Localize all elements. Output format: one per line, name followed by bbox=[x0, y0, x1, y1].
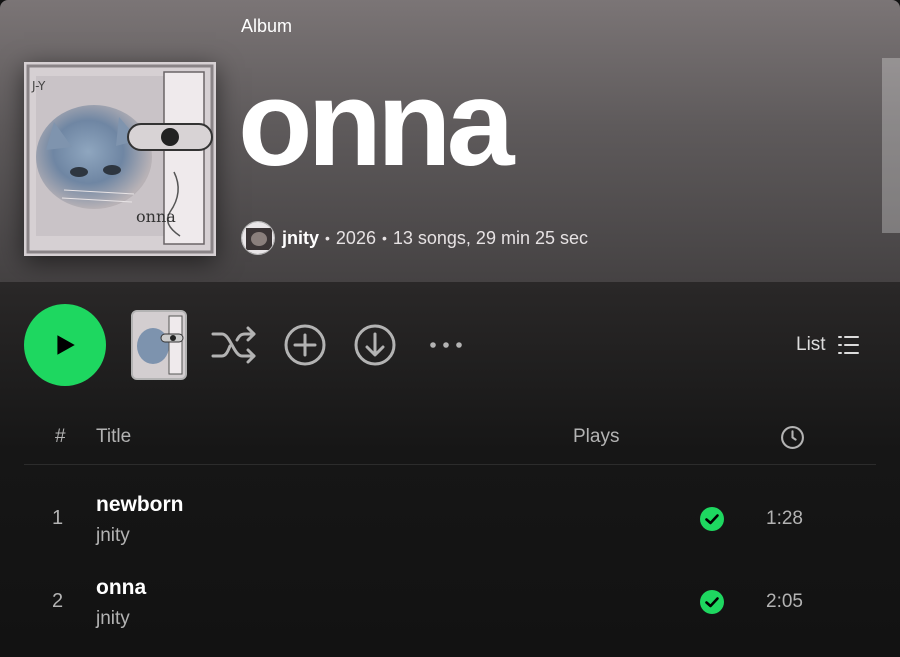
track-number: 2 bbox=[52, 590, 64, 612]
svg-text:J-Y: J-Y bbox=[31, 79, 46, 93]
release-year: 2026 bbox=[335, 227, 376, 248]
column-duration bbox=[780, 425, 805, 456]
view-mode-label: List bbox=[796, 334, 826, 355]
svg-text:onna: onna bbox=[136, 207, 176, 226]
artist-avatar[interactable] bbox=[241, 221, 275, 255]
track-row[interactable]: 1 newborn jnity 1:28 bbox=[0, 477, 900, 559]
cover-art-image: onna J-Y bbox=[24, 62, 216, 256]
track-number: 1 bbox=[52, 507, 64, 529]
album-summary: 13 songs, 29 min 25 sec bbox=[392, 227, 588, 248]
track-artist[interactable]: jnity bbox=[96, 525, 130, 547]
shuffle-icon bbox=[211, 326, 256, 364]
album-cover: onna J-Y bbox=[24, 62, 216, 256]
track-duration: 1:28 bbox=[766, 508, 803, 529]
album-meta: jnity • 2026 • 13 songs, 29 min 25 sec bbox=[241, 221, 588, 255]
download-icon bbox=[354, 324, 396, 366]
more-options-button[interactable] bbox=[424, 332, 468, 358]
meta-separator: • bbox=[381, 230, 387, 246]
track-title[interactable]: newborn bbox=[96, 493, 184, 517]
scrollbar-thumb[interactable] bbox=[882, 58, 900, 233]
column-title: Title bbox=[96, 426, 132, 447]
download-button[interactable] bbox=[352, 322, 398, 368]
track-row[interactable]: 2 onna jnity 2:05 bbox=[0, 560, 900, 642]
column-number: # bbox=[55, 426, 66, 447]
meta-separator: • bbox=[325, 230, 330, 246]
view-mode-toggle[interactable]: List bbox=[796, 333, 860, 357]
list-view-icon bbox=[837, 336, 859, 354]
column-plays: Plays bbox=[573, 426, 620, 447]
album-thumbnail-button[interactable] bbox=[131, 310, 187, 380]
more-icon bbox=[430, 342, 462, 348]
play-icon bbox=[57, 335, 75, 355]
artist-avatar-image bbox=[242, 222, 274, 254]
shuffle-button[interactable] bbox=[209, 322, 259, 368]
check-circle-icon bbox=[700, 507, 724, 531]
album-thumbnail-image bbox=[133, 312, 185, 378]
track-artist[interactable]: jnity bbox=[96, 608, 130, 630]
clock-icon bbox=[781, 426, 804, 449]
add-circle-icon bbox=[284, 324, 326, 366]
add-to-library-button[interactable] bbox=[282, 322, 328, 368]
header-divider bbox=[24, 464, 876, 465]
track-title[interactable]: onna bbox=[96, 576, 146, 600]
play-button[interactable] bbox=[24, 304, 106, 386]
check-circle-icon bbox=[700, 590, 724, 614]
track-duration: 2:05 bbox=[766, 591, 803, 612]
album-type-label: Album bbox=[241, 16, 293, 36]
artist-link[interactable]: jnity bbox=[282, 228, 319, 249]
album-title: onna bbox=[238, 55, 514, 191]
